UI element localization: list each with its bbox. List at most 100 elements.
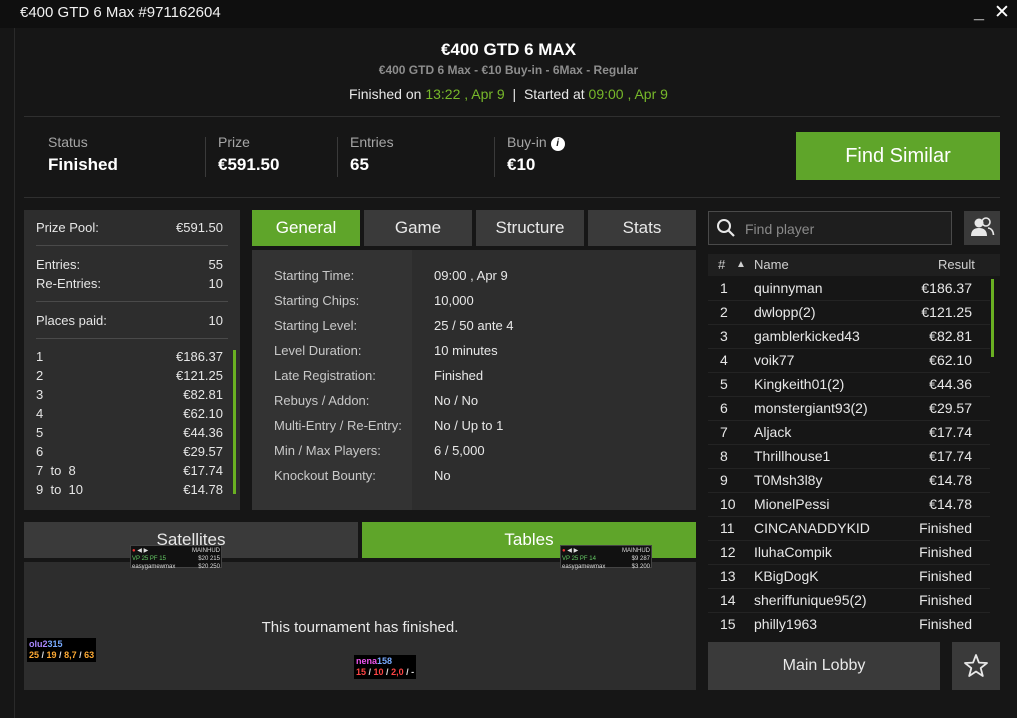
player-result: €14.78 — [929, 472, 972, 488]
general-label: Min / Max Players: — [274, 443, 381, 458]
list-item[interactable]: 8 Thrillhouse1 €17.74 — [708, 445, 990, 469]
prize-divider — [36, 245, 228, 246]
list-item[interactable]: 4 voik77 €62.10 — [708, 349, 990, 373]
info-divider — [494, 137, 495, 177]
list-item[interactable]: 3 gamblerkicked43 €82.81 — [708, 325, 990, 349]
player-result: Finished — [919, 520, 972, 536]
player-result: €82.81 — [929, 328, 972, 344]
player-rank: 12 — [720, 544, 736, 560]
general-label: Starting Level: — [274, 318, 358, 333]
buyin-label-wrap: Buy-in i — [507, 134, 565, 151]
sort-arrow-icon[interactable]: ▲ — [736, 259, 746, 270]
player-list: 1 quinnyman €186.37 2 dwlopp(2) €121.25 3 gam… — [708, 277, 1000, 632]
star-icon — [964, 654, 988, 677]
list-item[interactable]: 15 philly1963 Finished — [708, 613, 990, 632]
reentries-label: Re-Entries: — [36, 276, 102, 291]
places-paid-value: 10 — [208, 313, 223, 328]
window-title: €400 GTD 6 Max #971162604 — [20, 4, 221, 21]
hud-row: easygamewmax $20 250 — [132, 563, 220, 571]
list-item[interactable]: 7 Aljack €17.74 — [708, 421, 990, 445]
player-name: voik77 — [754, 352, 795, 368]
prize-divider — [36, 301, 228, 302]
player-name: KBigDogK — [754, 568, 819, 584]
hud-stat: PF 14 — [579, 556, 596, 562]
player-name: CINCANADDYKID — [754, 520, 870, 536]
player-rank: 3 — [720, 328, 728, 344]
player-name: IluhaCompik — [754, 544, 832, 560]
payout-scrollbar[interactable] — [233, 350, 236, 494]
player-result: €17.74 — [929, 448, 972, 464]
hud-overlay[interactable]: ● ◀ ▶ MAINHUD VP 25 PF 14 $9 287 easygam… — [560, 545, 652, 570]
payout-row: 9 to 10 €14.78 — [36, 482, 223, 497]
list-item[interactable]: 9 T0Msh3l8y €14.78 — [708, 469, 990, 493]
stat-pfr: 10 — [373, 667, 384, 677]
tab-game[interactable]: Game — [364, 210, 472, 246]
list-item[interactable]: 13 KBigDogK Finished — [708, 565, 990, 589]
payout-amount: €82.81 — [183, 387, 223, 402]
player-name: dwlopp(2) — [754, 304, 816, 320]
players-button[interactable] — [964, 211, 1000, 245]
find-similar-button[interactable]: Find Similar — [796, 132, 1000, 180]
player-list-scrollbar[interactable] — [991, 279, 994, 357]
list-item[interactable]: 2 dwlopp(2) €121.25 — [708, 301, 990, 325]
info-icon[interactable]: i — [550, 137, 565, 151]
payout-row: 5 €44.36 — [36, 425, 223, 440]
places-paid-label: Places paid: — [36, 313, 107, 328]
player-result: €14.78 — [929, 496, 972, 512]
prize-pool-value: €591.50 — [176, 220, 223, 235]
hud-stat: $9 287 — [631, 556, 650, 562]
stat-af: 8,7 — [64, 650, 77, 660]
list-item[interactable]: 11 CINCANADDYKID Finished — [708, 517, 990, 541]
buyin-value: €10 — [507, 155, 536, 174]
payout-amount: €17.74 — [183, 463, 223, 478]
hud-stat: $20 250 — [198, 564, 220, 570]
tab-general[interactable]: General — [252, 210, 360, 246]
hud-icon: ● — [562, 548, 566, 554]
payout-place: 4 — [36, 406, 44, 421]
general-value: Finished — [434, 368, 484, 383]
player-name: Kingkeith01(2) — [754, 376, 845, 392]
player-rank: 5 — [720, 376, 728, 392]
player-stat-name: nena158 — [356, 656, 414, 667]
result-column-header[interactable]: Result — [938, 257, 975, 272]
player-result: €186.37 — [921, 280, 972, 296]
hud-stat: easygamewmax — [562, 564, 606, 570]
general-value: 10,000 — [434, 293, 474, 308]
places-paid-row: Places paid: 10 — [36, 313, 223, 328]
info-divider — [205, 137, 206, 177]
favorite-button[interactable] — [952, 642, 1000, 690]
started-prefix: Started at — [523, 86, 585, 102]
list-item[interactable]: 5 Kingkeith01(2) €44.36 — [708, 373, 990, 397]
player-rank: 2 — [720, 304, 728, 320]
time-separator: | — [512, 86, 517, 102]
entries-label: Entries: — [36, 257, 81, 272]
find-player-input[interactable] — [745, 219, 945, 239]
main-lobby-button[interactable]: Main Lobby — [708, 642, 940, 690]
general-label: Rebuys / Addon: — [274, 393, 370, 408]
stat-wtsd: - — [411, 667, 415, 677]
list-item[interactable]: 10 MionelPessi €14.78 — [708, 493, 990, 517]
name-column-header[interactable]: Name — [754, 257, 789, 272]
tab-stats[interactable]: Stats — [588, 210, 696, 246]
player-name: nena — [356, 656, 378, 666]
player-result: €62.10 — [929, 352, 972, 368]
hud-overlay[interactable]: ● ◀ ▶ MAINHUD VP 25 PF 15 $20 215 easyga… — [130, 545, 222, 571]
list-item[interactable]: 14 sheriffunique95(2) Finished — [708, 589, 990, 613]
general-value: 10 minutes — [434, 343, 498, 358]
player-rank: 14 — [720, 592, 736, 608]
list-item[interactable]: 12 IluhaCompik Finished — [708, 541, 990, 565]
prize-pool-label: Prize Pool: — [36, 220, 99, 235]
stat-wtsd: 63 — [84, 650, 95, 660]
player-stat-box[interactable]: nena158 15 / 10 / 2,0 / - — [354, 655, 417, 679]
payout-place: 1 — [36, 349, 44, 364]
rank-column-header[interactable]: # — [718, 257, 725, 272]
list-item[interactable]: 6 monstergiant93(2) €29.57 — [708, 397, 990, 421]
prize-pool-row: Prize Pool: €591.50 — [36, 220, 223, 235]
player-stat-box[interactable]: olu2315 25 / 19 / 8,7 / 63 — [27, 638, 97, 662]
list-item[interactable]: 1 quinnyman €186.37 — [708, 277, 990, 301]
tab-structure[interactable]: Structure — [476, 210, 584, 246]
close-button[interactable]: ✕ — [994, 1, 1010, 24]
hud-stat: PF 15 — [149, 556, 166, 562]
minimize-button[interactable]: _ — [974, 2, 984, 23]
window-border — [14, 28, 15, 718]
